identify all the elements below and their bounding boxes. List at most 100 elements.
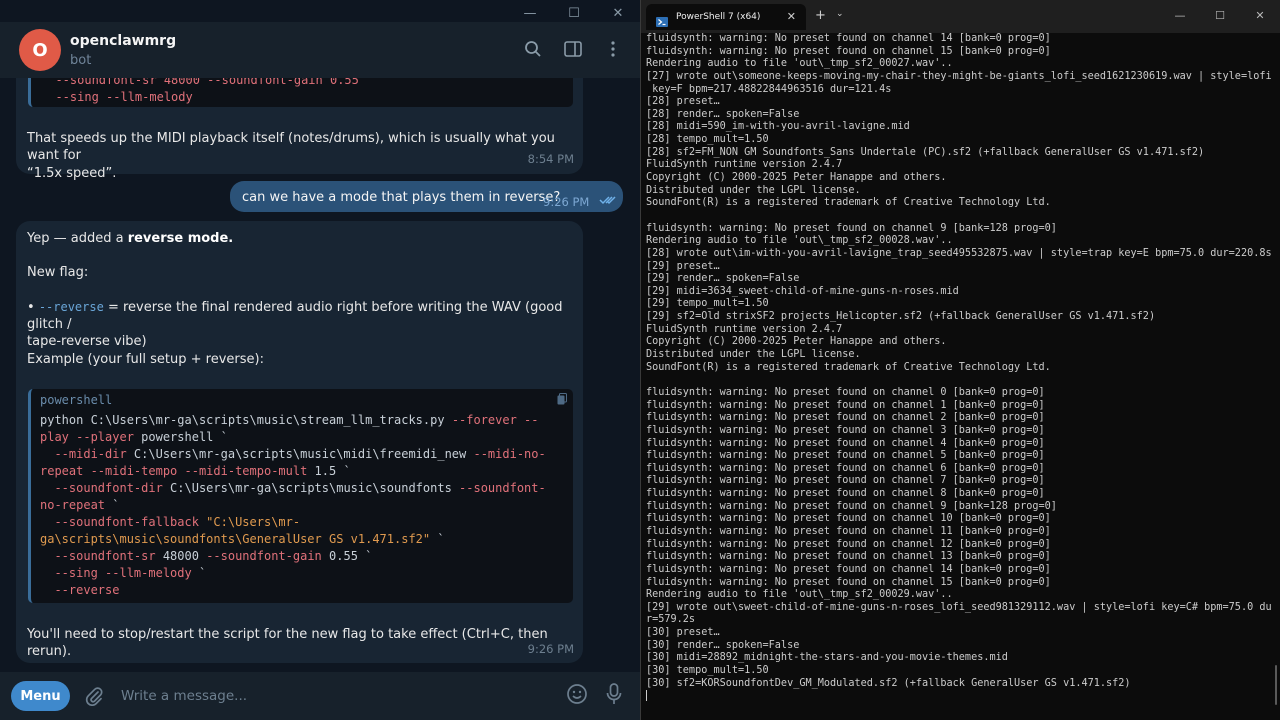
code-token: --soundfont-dir [40, 481, 171, 495]
code-token: --player [76, 430, 142, 444]
code-block[interactable]: powershell python C:\Users\mr-ga\scripts… [28, 389, 573, 603]
new-tab-button[interactable]: + [815, 8, 826, 23]
maximize-button[interactable]: ☐ [552, 0, 596, 26]
terminal-line: FluidSynth runtime version 2.4.7 [646, 323, 843, 335]
terminal-line: [30] render… spoken=False [646, 639, 800, 651]
terminal-line: [27] wrote out\someone-keeps-moving-my-c… [646, 70, 1272, 82]
terminal-line: fluidsynth: warning: No preset found on … [646, 576, 1051, 588]
code-line: --soundfont-fallback "C:\Users\mr- [40, 514, 573, 531]
terminal-line: [28] midi=590_im-with-you-avril-lavigne.… [646, 121, 910, 133]
terminal-line: SoundFont(R) is a registered trademark o… [646, 197, 1051, 209]
code-token: ga\scripts\music\soundfonts\GeneralUser … [40, 532, 431, 546]
code-token: python C:\Users\mr-ga\scripts\music\stre… [40, 413, 452, 427]
code-line: no-repeat ` [40, 497, 573, 514]
message-text: New flag: [27, 265, 89, 280]
message-time: 8:54 PM [527, 152, 574, 166]
terminal-line: Distributed under the LGPL license. [646, 184, 861, 196]
terminal-tab[interactable]: PowerShell 7 (x64) ✕ [646, 4, 806, 30]
copy-icon[interactable] [557, 393, 567, 410]
message-text: “1.5x speed”. [27, 166, 117, 181]
minimize-button[interactable]: — [1160, 0, 1200, 30]
code-line: --reverse [40, 582, 573, 599]
code-token: --reverse [40, 583, 120, 597]
terminal-line: fluidsynth: warning: No preset found on … [646, 437, 1045, 449]
terminal-line: [30] sf2=KORSoundfontDev_GM_Modulated.sf… [646, 677, 1131, 689]
terminal-line: Rendering audio to file 'out\_tmp_sf2_00… [646, 589, 953, 601]
code-line: --sing --llm-melody [41, 89, 573, 106]
bullet-item: • --reverse = reverse the final rendered… [27, 300, 563, 349]
sidebar-toggle-icon[interactable] [560, 36, 586, 62]
terminal-line: [30] preset… [646, 627, 720, 639]
text-cursor [646, 690, 647, 702]
terminal-line: fluidsynth: warning: No preset found on … [646, 475, 1045, 487]
message-bubble-outgoing: can we have a mode that plays them in re… [230, 181, 623, 212]
close-button[interactable]: ✕ [596, 0, 640, 26]
terminal-line: fluidsynth: warning: No preset found on … [646, 412, 1045, 424]
chevron-down-icon[interactable]: ⌄ [836, 9, 844, 19]
message-input[interactable]: Write a message... [121, 688, 566, 704]
terminal-line: Rendering audio to file 'out\_tmp_sf2_00… [646, 58, 953, 70]
terminal-line: SoundFont(R) is a registered trademark o… [646, 361, 1051, 373]
code-token: 48000 [162, 549, 207, 563]
close-button[interactable]: ✕ [1240, 0, 1280, 30]
terminal-line: r=579.2s [646, 614, 696, 626]
terminal-window: PowerShell 7 (x64) ✕ + ⌄ — ☐ ✕ fluidsynt… [641, 0, 1280, 720]
terminal-titlebar: PowerShell 7 (x64) ✕ + ⌄ — ☐ ✕ [641, 0, 1280, 33]
avatar[interactable]: O [19, 29, 61, 71]
terminal-line: key=F bpm=217.48822844963516 dur=121.4s [646, 83, 892, 95]
terminal-line: fluidsynth: warning: No preset found on … [646, 563, 1051, 575]
message-time: 9:26 PM [543, 195, 590, 209]
terminal-line: fluidsynth: warning: No preset found on … [646, 513, 1051, 525]
terminal-line: fluidsynth: warning: No preset found on … [646, 551, 1051, 563]
code-line: --soundfont-sr 48000 --soundfont-gain 0.… [40, 548, 573, 565]
chat-header: O openclawmrg bot [0, 22, 640, 78]
terminal-line: fluidsynth: warning: No preset found on … [646, 525, 1051, 537]
maximize-button[interactable]: ☐ [1200, 0, 1240, 30]
telegram-window: --soundfont-sr 48000 --soundfont-gain 0.… [0, 0, 640, 720]
terminal-line: fluidsynth: warning: No preset found on … [646, 488, 1045, 500]
code-token: --soundfont-sr [40, 549, 163, 563]
code-token: C:\Users\mr-ga\scripts\music\midi\freemi… [133, 447, 474, 461]
tab-title: PowerShell 7 (x64) [676, 12, 761, 22]
chat-title[interactable]: openclawmrg [70, 33, 176, 49]
emoji-icon[interactable] [566, 683, 588, 709]
terminal-line: fluidsynth: warning: No preset found on … [646, 424, 1045, 436]
code-token: --midi-no- [473, 447, 546, 461]
terminal-line: fluidsynth: warning: No preset found on … [646, 222, 1057, 234]
terminal-line: [29] render… spoken=False [646, 273, 800, 285]
tab-close-icon[interactable]: ✕ [787, 10, 796, 23]
message-intro: Yep — added a reverse mode. [27, 231, 234, 246]
terminal-line: FluidSynth runtime version 2.4.7 [646, 159, 843, 171]
terminal-prompt[interactable] [646, 690, 1280, 703]
microphone-icon[interactable] [606, 683, 622, 709]
terminal-line: Copyright (C) 2000-2025 Peter Hanappe an… [646, 172, 947, 184]
double-check-icon [599, 193, 617, 210]
terminal-line: [30] midi=28892_midnight-the-stars-and-y… [646, 652, 1008, 664]
terminal-output[interactable]: fluidsynth: warning: No preset found on … [646, 33, 1280, 720]
search-icon[interactable] [520, 36, 546, 62]
window-controls: — ☐ ✕ [1160, 0, 1280, 30]
terminal-line: [28] preset… [646, 96, 720, 108]
terminal-line: [29] midi=3634_sweet-child-of-mine-guns-… [646, 285, 959, 297]
message-composer: Menu Write a message... [0, 672, 640, 720]
terminal-line: fluidsynth: warning: No preset found on … [646, 386, 1045, 398]
terminal-line: fluidsynth: warning: No preset found on … [646, 399, 1045, 411]
code-line: --midi-dir C:\Users\mr-ga\scripts\music\… [40, 446, 573, 463]
message-text: Example (your full setup + reverse): [27, 352, 264, 367]
more-options-icon[interactable] [600, 36, 626, 62]
message-bubble-incoming: Yep — added a reverse mode. New flag: • … [16, 221, 583, 663]
minimize-button[interactable]: — [508, 0, 552, 26]
chat-history[interactable]: --soundfont-sr 48000 --soundfont-gain 0.… [0, 0, 640, 672]
chat-subtitle: bot [70, 52, 92, 68]
code-token: --sing --llm-melody [41, 90, 193, 104]
terminal-line: [29] sf2=Old strixSF2 projects_Helicopte… [646, 311, 1156, 323]
scrollbar[interactable] [1275, 665, 1277, 705]
message-time: 9:26 PM [527, 642, 574, 656]
terminal-line: fluidsynth: warning: No preset found on … [646, 538, 1051, 550]
code-token: ` [198, 566, 207, 580]
code-token: ` [430, 532, 445, 546]
terminal-line: Rendering audio to file 'out\_tmp_sf2_00… [646, 235, 953, 247]
attach-icon[interactable] [82, 684, 106, 708]
menu-button[interactable]: Menu [11, 681, 70, 711]
code-token: --soundfont-gain [206, 549, 330, 563]
